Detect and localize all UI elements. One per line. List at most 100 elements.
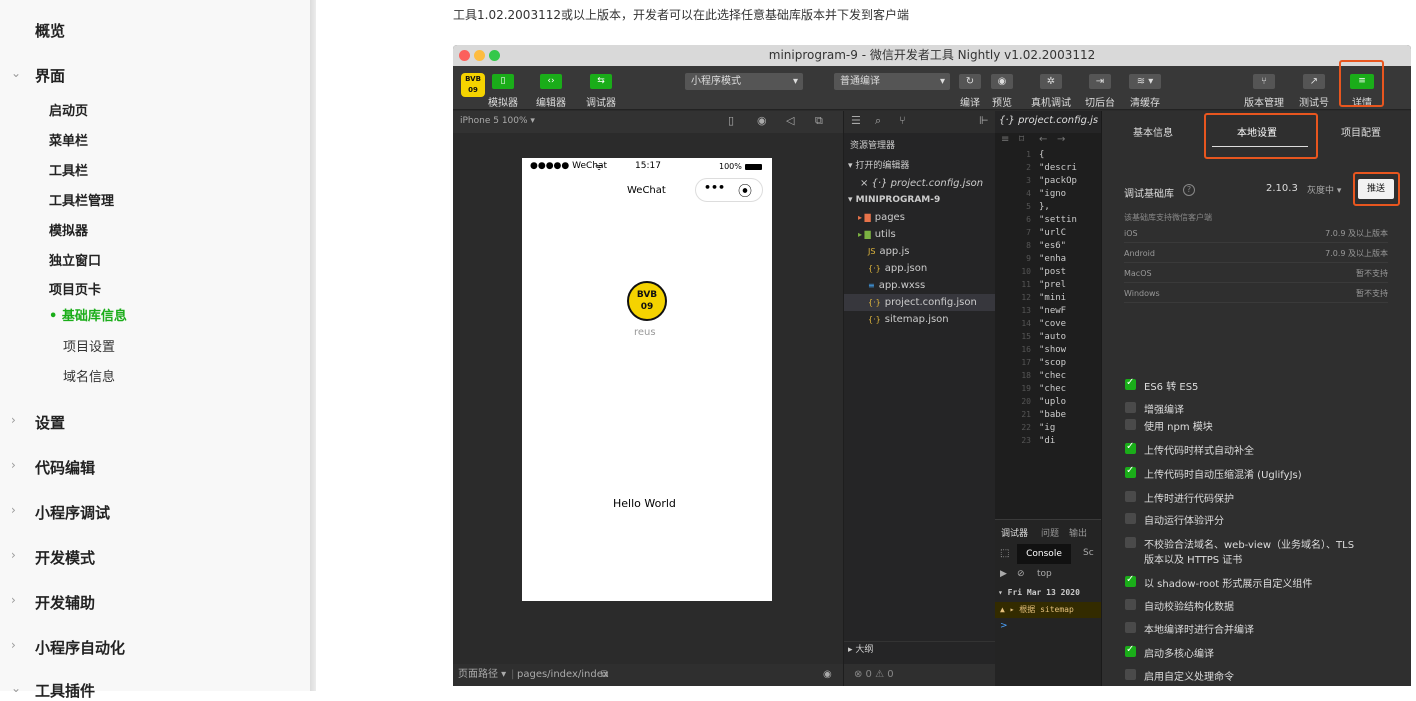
console-tab-active[interactable]: Console — [1017, 544, 1071, 564]
option-checkbox[interactable] — [1125, 402, 1136, 413]
popout-icon[interactable]: ⧉ — [815, 114, 823, 128]
problems-status[interactable]: ⊗ 0 ⚠ 0 — [844, 664, 996, 686]
list-icon[interactable]: ☰ — [851, 114, 861, 127]
test-account-icon[interactable]: ↗ — [1303, 74, 1325, 89]
nav-sub-item[interactable]: 菜单栏 — [49, 130, 88, 149]
nav-item-automation[interactable]: › 小程序自动化 — [11, 637, 125, 658]
capsule-menu[interactable]: ••• ⦿ — [695, 178, 763, 202]
inspect-icon[interactable]: ⬚ — [1000, 548, 1009, 559]
option-checkbox[interactable] — [1125, 669, 1136, 680]
project-section[interactable]: ▾ MINIPROGRAM-9 — [844, 192, 996, 209]
open-file-item[interactable]: × {·} project.config.json — [844, 175, 996, 192]
console-tab[interactable]: 输出 — [1069, 526, 1087, 539]
gray-release-select[interactable]: 灰度中 ▾ — [1307, 183, 1341, 196]
debugger-toggle-icon[interactable]: ⇆ — [590, 74, 612, 89]
volume-icon[interactable]: ◁ — [786, 114, 794, 127]
nav-sub2-item[interactable]: 项目设置 — [63, 336, 115, 355]
line-number: 21 — [1021, 410, 1031, 419]
nav-item-dev-mode[interactable]: › 开发模式 — [11, 547, 95, 568]
option-checkbox[interactable] — [1125, 537, 1136, 548]
nav-item-settings[interactable]: › 设置 — [11, 412, 65, 433]
sidebar-toggle-icon[interactable]: ▶ — [1000, 569, 1007, 579]
eye-icon[interactable]: ◉ — [823, 664, 832, 686]
console-tab[interactable]: 调试器 — [1001, 526, 1028, 539]
option-checkbox[interactable] — [1125, 513, 1136, 524]
nav-sub-item-active[interactable]: • 基础库信息 — [49, 305, 127, 324]
phone-icon[interactable]: ▯ — [728, 114, 734, 127]
line-number: 17 — [1021, 358, 1031, 367]
clear-console-icon[interactable]: ⊘ — [1017, 569, 1025, 579]
forward-icon[interactable]: → — [1057, 134, 1065, 145]
option-checkbox[interactable] — [1125, 491, 1136, 502]
nav-item-overview[interactable]: 概览 — [35, 20, 65, 41]
minimize-window-icon[interactable] — [474, 50, 485, 61]
sources-tab[interactable]: Sc — [1083, 548, 1094, 558]
tab-basic-info[interactable]: 基本信息 — [1133, 124, 1173, 139]
background-icon[interactable]: ⇥ — [1089, 74, 1111, 89]
nav-item-dev-assist[interactable]: › 开发辅助 — [11, 592, 95, 613]
option-checkbox[interactable] — [1125, 644, 1136, 657]
nav-sub-item[interactable]: 工具栏管理 — [49, 190, 114, 209]
simulator-label: 模拟器 — [488, 98, 518, 109]
preview-icon[interactable]: ◉ — [991, 74, 1013, 89]
line-number: 9 — [1026, 254, 1031, 263]
line-number: 14 — [1021, 319, 1031, 328]
list-icon[interactable]: ≡ — [1001, 134, 1009, 145]
close-window-icon[interactable] — [459, 50, 470, 61]
editor-toggle-icon[interactable]: ‹› — [540, 74, 562, 89]
nav-item-code-edit[interactable]: › 代码编辑 — [11, 457, 95, 478]
editor-tab[interactable]: {·} project.config.js — [999, 115, 1098, 126]
context-select[interactable]: top — [1037, 569, 1052, 579]
option-checkbox[interactable] — [1125, 419, 1136, 430]
maximize-window-icon[interactable] — [489, 50, 500, 61]
file-item[interactable]: {·} project.config.json — [844, 294, 996, 311]
copy-icon[interactable]: ⧉ — [601, 664, 608, 686]
console-tab[interactable]: 问题 — [1041, 526, 1059, 539]
option-checkbox[interactable] — [1125, 599, 1136, 610]
file-item[interactable]: {·} app.json — [844, 260, 996, 277]
outline-section[interactable]: ▸ 大纲 — [844, 641, 996, 658]
branch-icon[interactable]: ⑂ — [899, 114, 906, 127]
nav-sub2-item[interactable]: 域名信息 — [63, 366, 115, 385]
search-icon[interactable]: ⌕ — [875, 114, 881, 128]
project-avatar[interactable]: BVB 09 — [461, 73, 485, 97]
mode-select[interactable]: 小程序模式 ▾ — [685, 73, 803, 90]
nav-item-debug[interactable]: › 小程序调试 — [11, 502, 110, 523]
nav-sub-item[interactable]: 项目页卡 — [49, 279, 101, 298]
back-icon[interactable]: ← — [1039, 134, 1047, 145]
file-item[interactable]: ≡ app.wxss — [844, 277, 996, 294]
real-device-debug-icon[interactable]: ✲ — [1040, 74, 1062, 89]
option-checkbox[interactable] — [1125, 574, 1136, 587]
compile-select[interactable]: 普通编译 ▾ — [834, 73, 950, 90]
help-icon[interactable]: ? — [1183, 184, 1195, 196]
page-path-select[interactable]: 页面路径 ▾ — [458, 664, 506, 686]
file-item[interactable]: {·} sitemap.json — [844, 311, 996, 328]
device-select[interactable]: iPhone 5 100% ▾ — [460, 116, 535, 126]
file-item[interactable]: JS app.js — [844, 243, 996, 260]
lib-version-value[interactable]: 2.10.3 — [1266, 183, 1298, 194]
nav-sub-item[interactable]: 模拟器 — [49, 220, 88, 239]
nav-sub-item[interactable]: 独立窗口 — [49, 250, 101, 269]
tab-project-config[interactable]: 项目配置 — [1341, 124, 1381, 139]
clear-cache-icon[interactable]: ≋ ▾ — [1129, 74, 1161, 89]
option-checkbox[interactable] — [1125, 622, 1136, 633]
compile-icon[interactable]: ↻ — [959, 74, 981, 89]
more-icon[interactable]: ••• — [704, 181, 725, 194]
line-number: 2 — [1026, 163, 1031, 172]
bookmark-icon[interactable]: ⌑ — [1019, 134, 1024, 145]
option-checkbox[interactable] — [1125, 441, 1136, 454]
nav-item-ui[interactable]: ⌄ 界面 — [11, 65, 65, 86]
collapse-icon[interactable]: ⊩ — [979, 114, 989, 127]
option-checkbox[interactable] — [1125, 465, 1136, 478]
open-editors-section[interactable]: ▾ 打开的编辑器 — [844, 158, 996, 175]
file-item[interactable]: ▸ ▇ utils — [844, 226, 996, 243]
console-prompt[interactable]: > — [1000, 621, 1008, 631]
close-mini-icon[interactable]: ⦿ — [738, 181, 752, 201]
option-checkbox[interactable] — [1125, 377, 1136, 390]
version-control-icon[interactable]: ⑂ — [1253, 74, 1275, 89]
record-icon[interactable]: ◉ — [757, 114, 767, 127]
file-item[interactable]: ▸ ▇ pages — [844, 209, 996, 226]
nav-sub-item[interactable]: 工具栏 — [49, 160, 88, 179]
simulator-toggle-icon[interactable]: ▯ — [492, 74, 514, 89]
nav-sub-item[interactable]: 启动页 — [49, 100, 88, 119]
